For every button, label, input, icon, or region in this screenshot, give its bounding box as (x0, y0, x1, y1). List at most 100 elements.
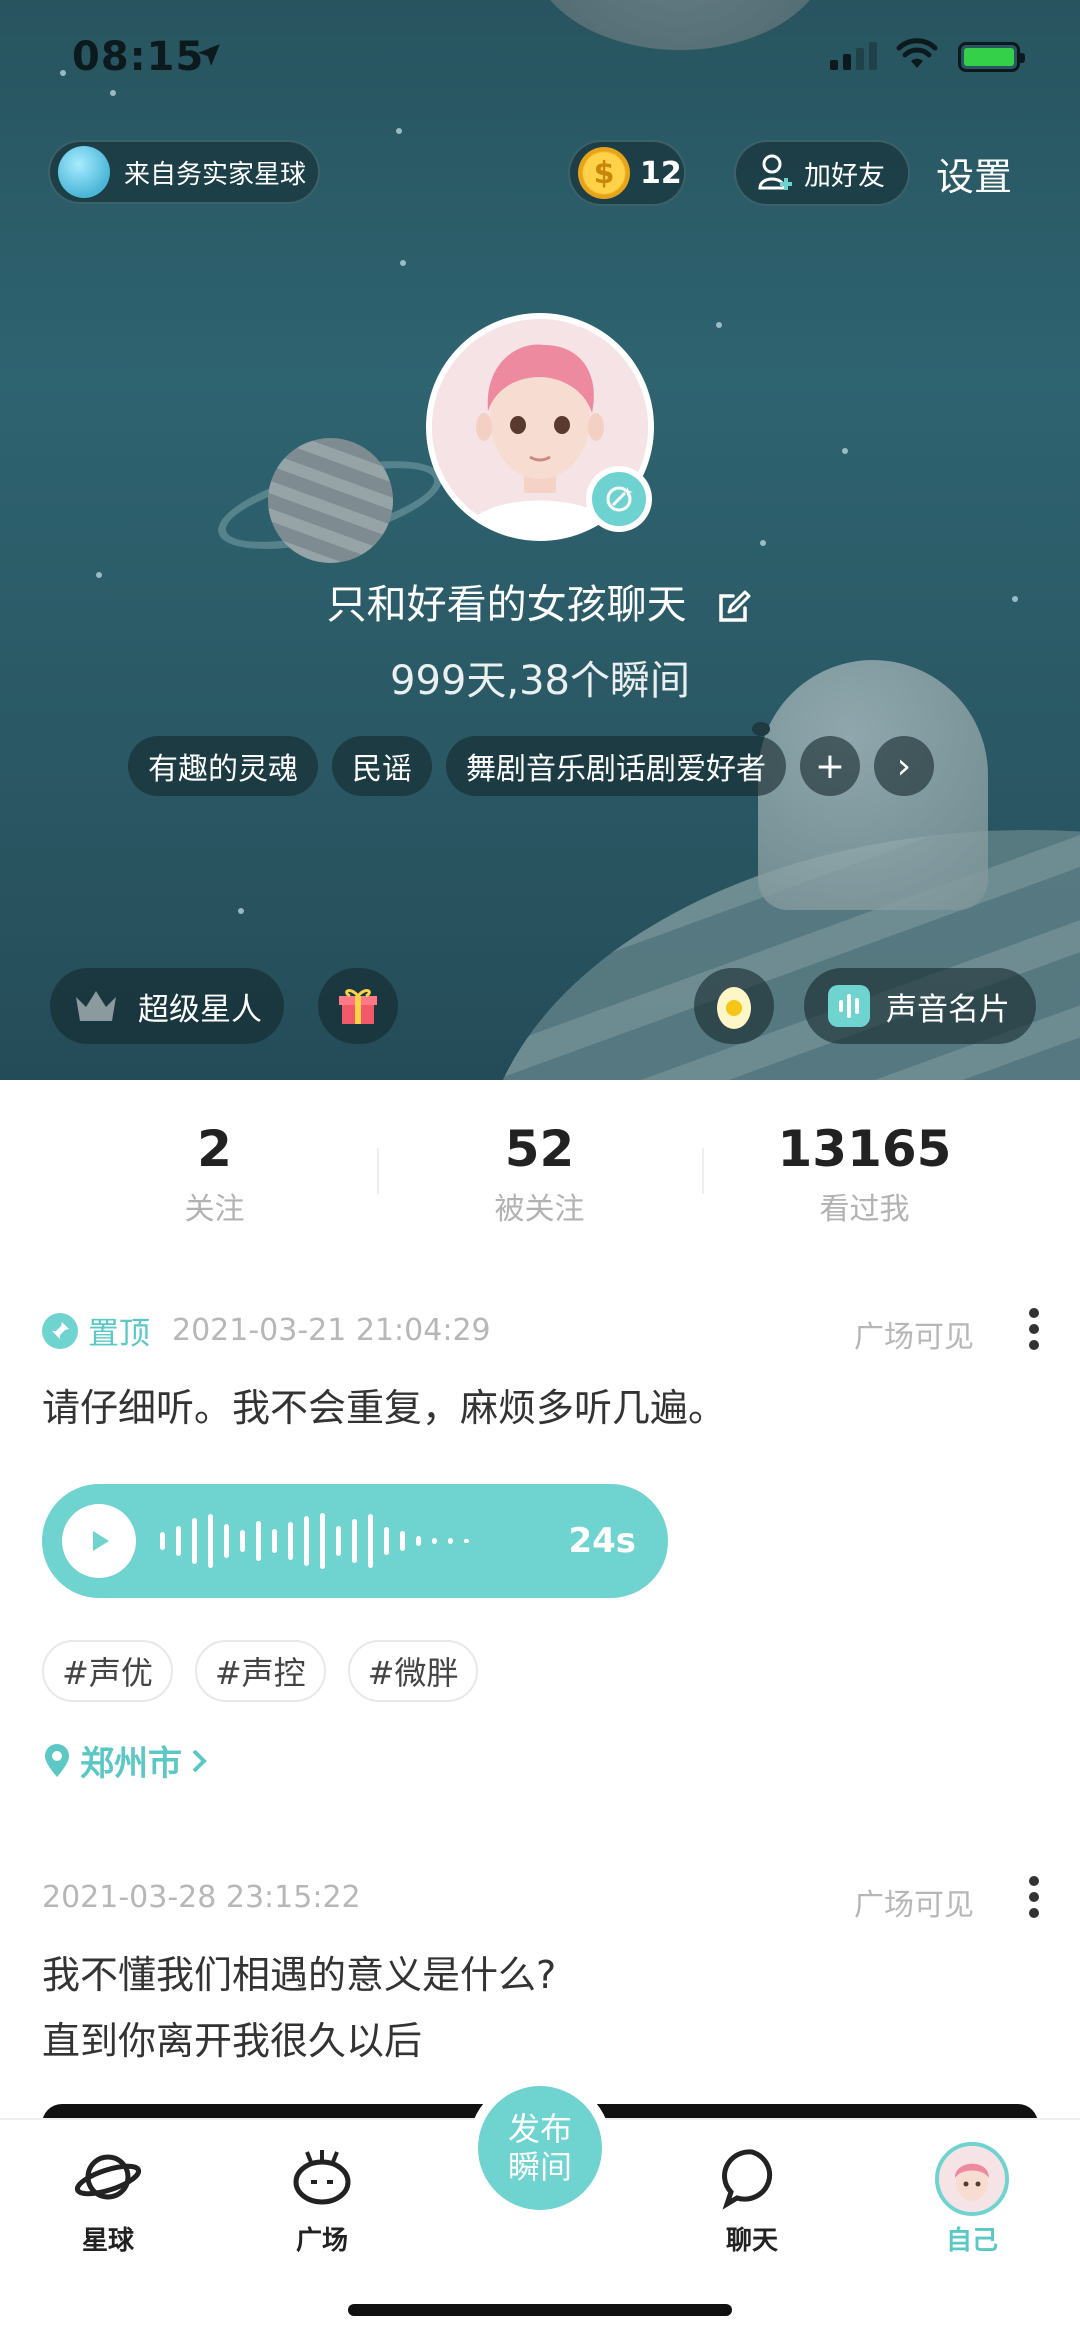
stats-divider (377, 1148, 379, 1194)
star-decoration (110, 90, 116, 96)
tab-label: 星球 (81, 2226, 134, 2256)
pin-icon (42, 1312, 78, 1349)
egg-icon (717, 987, 751, 1029)
more-tags-button[interactable]: › (874, 736, 934, 796)
interest-tags: 有趣的灵魂 民谣 舞剧音乐剧话剧爱好者 + › (128, 736, 934, 796)
settings-button[interactable]: 设置 (936, 146, 1012, 201)
voice-duration: 24s (568, 1521, 636, 1561)
more-options-icon[interactable] (1028, 1876, 1040, 1918)
pinned-label: 置顶 (88, 1316, 150, 1352)
edit-icon[interactable] (715, 588, 753, 626)
tab-label: 广场 (295, 2226, 348, 2256)
moon-decoration (530, 0, 830, 50)
days-moments-count: 999天,38个瞬间 (390, 658, 690, 704)
avatar-edit-button[interactable] (586, 466, 652, 532)
stats-row: 2 关注 52 被关注 13165 看过我 (0, 1120, 1080, 1228)
stat-label: 看过我 (819, 1192, 910, 1227)
egg-button[interactable] (694, 968, 774, 1044)
post-location[interactable]: 郑州市 (42, 1736, 210, 1785)
home-indicator (348, 2304, 732, 2316)
add-friend-label: 加好友 (804, 160, 885, 192)
star-decoration (238, 908, 244, 914)
hashtag-chip[interactable]: #声控 (194, 1640, 326, 1702)
interest-tag[interactable]: 有趣的灵魂 (128, 736, 318, 796)
location-arrow-icon (198, 44, 220, 66)
superstar-button[interactable]: 超级星人 (50, 968, 284, 1044)
voice-message-player[interactable]: 24s (42, 1484, 668, 1598)
add-friend-button[interactable]: 加好友 (734, 140, 910, 206)
post-datetime: 2021-03-21 21:04:29 (172, 1313, 491, 1348)
star-decoration (716, 322, 722, 328)
wifi-icon (896, 38, 938, 68)
hashtag-list: #声优 #声控 #微胖 (42, 1640, 479, 1702)
post-text-line: 直到你离开我很久以后 (42, 2019, 423, 2063)
square-icon (293, 2150, 351, 2205)
nickname-text: 只和好看的女孩聊天 (326, 582, 687, 628)
post-meta: 置顶 2021-03-21 21:04:29 (42, 1308, 491, 1353)
tab-label: 聊天 (725, 2226, 778, 2256)
gift-button[interactable] (318, 968, 398, 1044)
stat-label: 关注 (184, 1192, 245, 1227)
superstar-label: 超级星人 (138, 991, 262, 1028)
post-text: 我不懂我们相遇的意义是什么? 直到你离开我很久以后 (42, 1942, 556, 2074)
battery-icon (958, 42, 1025, 72)
tab-me[interactable]: 自己 (912, 2142, 1032, 2257)
tab-chat[interactable]: 聊天 (692, 2142, 812, 2257)
saturn-decoration (268, 438, 393, 563)
coin-icon: $ (578, 147, 630, 199)
post-text: 请仔细听。我不会重复，麻烦多听几遍。 (42, 1386, 727, 1430)
voice-card-label: 声音名片 (886, 991, 1010, 1028)
status-time: 08:15 (72, 34, 205, 80)
coin-count: 12 (640, 155, 682, 191)
hashtag-chip[interactable]: #微胖 (347, 1640, 479, 1702)
star-decoration (842, 448, 848, 454)
interest-tag[interactable]: 民谣 (332, 736, 432, 796)
star-decoration (400, 260, 406, 266)
coin-balance-button[interactable]: $ 12 (568, 140, 686, 206)
profile-hero: 08:15 来自务实家星球 $ 12 加好友 设置 只和好看的女孩聊天 999天… (0, 0, 1080, 1080)
waveform (160, 1511, 469, 1571)
star-decoration (60, 70, 66, 76)
home-planet-button[interactable]: 来自务实家星球 (48, 140, 320, 204)
hashtag-chip[interactable]: #声优 (42, 1640, 173, 1702)
stat-visitors[interactable]: 13165 看过我 (702, 1120, 1027, 1228)
magic-wand-icon (606, 486, 633, 512)
stat-label: 被关注 (494, 1192, 585, 1227)
star-decoration (760, 540, 766, 546)
location-label: 郑州市 (80, 1744, 182, 1784)
post-visibility: 广场可见 (854, 1320, 974, 1355)
signal-icon (830, 42, 877, 70)
gift-icon (339, 989, 377, 1024)
tab-square[interactable]: 广场 (262, 2142, 382, 2257)
stat-followers[interactable]: 52 被关注 (377, 1120, 702, 1228)
publish-moment-button[interactable]: 发布 瞬间 (478, 2086, 602, 2210)
publish-label-line1: 发布 (507, 2110, 572, 2148)
stat-value: 13165 (777, 1120, 952, 1178)
globe-icon (58, 146, 110, 198)
more-options-icon[interactable] (1028, 1308, 1040, 1350)
planet-label: 来自务实家星球 (124, 159, 307, 190)
post-text-line: 我不懂我们相遇的意义是什么? (42, 1953, 557, 1997)
publish-label-line2: 瞬间 (507, 2148, 572, 2186)
profile-avatar-small (935, 2142, 1009, 2216)
stat-value: 2 (197, 1120, 232, 1178)
stat-value: 52 (504, 1120, 575, 1178)
voice-wave-icon (828, 985, 870, 1027)
post-meta: 2021-03-28 23:15:22 (42, 1880, 361, 1915)
voice-card-button[interactable]: 声音名片 (804, 968, 1036, 1044)
chat-icon (722, 2149, 773, 2210)
add-user-icon (758, 154, 792, 190)
ghost-eye (752, 722, 770, 736)
tab-label: 自己 (945, 2226, 998, 2256)
add-tag-button[interactable]: + (800, 736, 860, 796)
interest-tag[interactable]: 舞剧音乐剧话剧爱好者 (446, 736, 786, 796)
crown-icon (76, 991, 116, 1021)
play-icon[interactable] (62, 1504, 136, 1578)
tab-planet[interactable]: 星球 (48, 2142, 168, 2257)
stats-divider (702, 1148, 704, 1194)
nickname: 只和好看的女孩聊天 (0, 572, 1080, 630)
post-visibility: 广场可见 (854, 1888, 974, 1923)
chevron-right-icon (192, 1749, 207, 1772)
location-pin-icon (45, 1743, 69, 1777)
stat-following[interactable]: 2 关注 (52, 1120, 377, 1228)
